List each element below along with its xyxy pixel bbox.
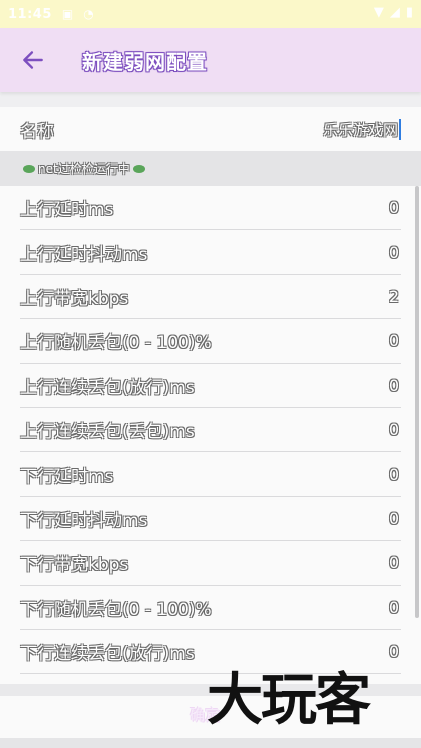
setting-value[interactable]: 0 [389, 553, 399, 572]
setting-label: 上行带宽kbps [20, 288, 129, 309]
name-field-input[interactable]: 乐乐游戏网 [323, 118, 401, 140]
setting-label: 上行连续丢包(放行)ms [20, 377, 195, 398]
setting-label: 下行延时抖动ms [20, 510, 148, 531]
setting-row-down-jitter[interactable]: 下行延时抖动ms 0 [20, 497, 401, 542]
status-text: net过检检运行中 [38, 162, 130, 176]
setting-value[interactable]: 0 [389, 420, 399, 439]
app-bar: 新建弱网配置 [0, 28, 421, 92]
leaf-icon [23, 164, 35, 173]
setting-value[interactable]: 0 [389, 331, 399, 350]
message-icon: ▣ [61, 7, 74, 21]
name-field-label: 名称 [20, 121, 54, 142]
setting-row-up-burst-drop[interactable]: 上行连续丢包(丢包)ms 0 [20, 408, 401, 453]
setting-label: 下行随机丢包(0 - 100)% [20, 599, 212, 620]
status-bar: 11:45 ▣ ◔ ▼ ◢ ▮ [0, 0, 421, 28]
signal-icon: ◢ [389, 5, 400, 20]
setting-value[interactable]: 2 [389, 287, 399, 306]
setting-label: 下行带宽kbps [20, 555, 129, 576]
setting-row-down-delay[interactable]: 下行延时ms 0 [20, 452, 401, 497]
setting-label: 下行连续丢包(放行)ms [20, 644, 195, 665]
status-line: net过检检运行中 [0, 151, 421, 186]
back-arrow-icon[interactable] [20, 47, 46, 73]
notification-icon: ◔ [83, 7, 94, 21]
setting-row-up-delay[interactable]: 上行延时ms 0 [20, 186, 401, 231]
battery-icon: ▮ [405, 5, 413, 20]
settings-list[interactable]: 上行延时ms 0 上行延时抖动ms 0 上行带宽kbps 2 上行随机丢包(0 … [0, 186, 421, 684]
setting-value[interactable]: 0 [389, 598, 399, 617]
setting-label: 上行延时抖动ms [20, 244, 148, 265]
setting-row-up-bandwidth[interactable]: 上行带宽kbps 2 [20, 275, 401, 320]
status-time: 11:45 [8, 6, 52, 22]
setting-value[interactable]: 0 [389, 465, 399, 484]
setting-row-down-bandwidth[interactable]: 下行带宽kbps 0 [20, 541, 401, 586]
setting-value[interactable]: 0 [389, 642, 399, 661]
setting-label: 上行随机丢包(0 - 100)% [20, 333, 212, 354]
watermark-logo: 大玩客 [207, 667, 371, 733]
bottom-divider [0, 738, 421, 748]
setting-value[interactable]: 0 [389, 509, 399, 528]
setting-row-up-random-loss[interactable]: 上行随机丢包(0 - 100)% 0 [20, 319, 401, 364]
setting-row-up-burst-pass[interactable]: 上行连续丢包(放行)ms 0 [20, 364, 401, 408]
scrollbar[interactable] [415, 186, 419, 618]
setting-row-down-random-loss[interactable]: 下行随机丢包(0 - 100)% 0 [20, 586, 401, 630]
page-title: 新建弱网配置 [82, 49, 208, 74]
setting-label: 上行连续丢包(丢包)ms [20, 422, 195, 443]
setting-value[interactable]: 0 [389, 376, 399, 395]
wifi-icon: ▼ [373, 5, 384, 20]
name-field-row[interactable]: 名称 乐乐游戏网 [0, 107, 421, 151]
setting-row-up-jitter[interactable]: 上行延时抖动ms 0 [20, 230, 401, 275]
setting-value[interactable]: 0 [389, 198, 399, 217]
leaf-icon [132, 164, 145, 173]
setting-label: 下行延时ms [20, 466, 114, 487]
setting-value[interactable]: 0 [389, 243, 399, 262]
setting-label: 上行延时ms [20, 200, 114, 221]
